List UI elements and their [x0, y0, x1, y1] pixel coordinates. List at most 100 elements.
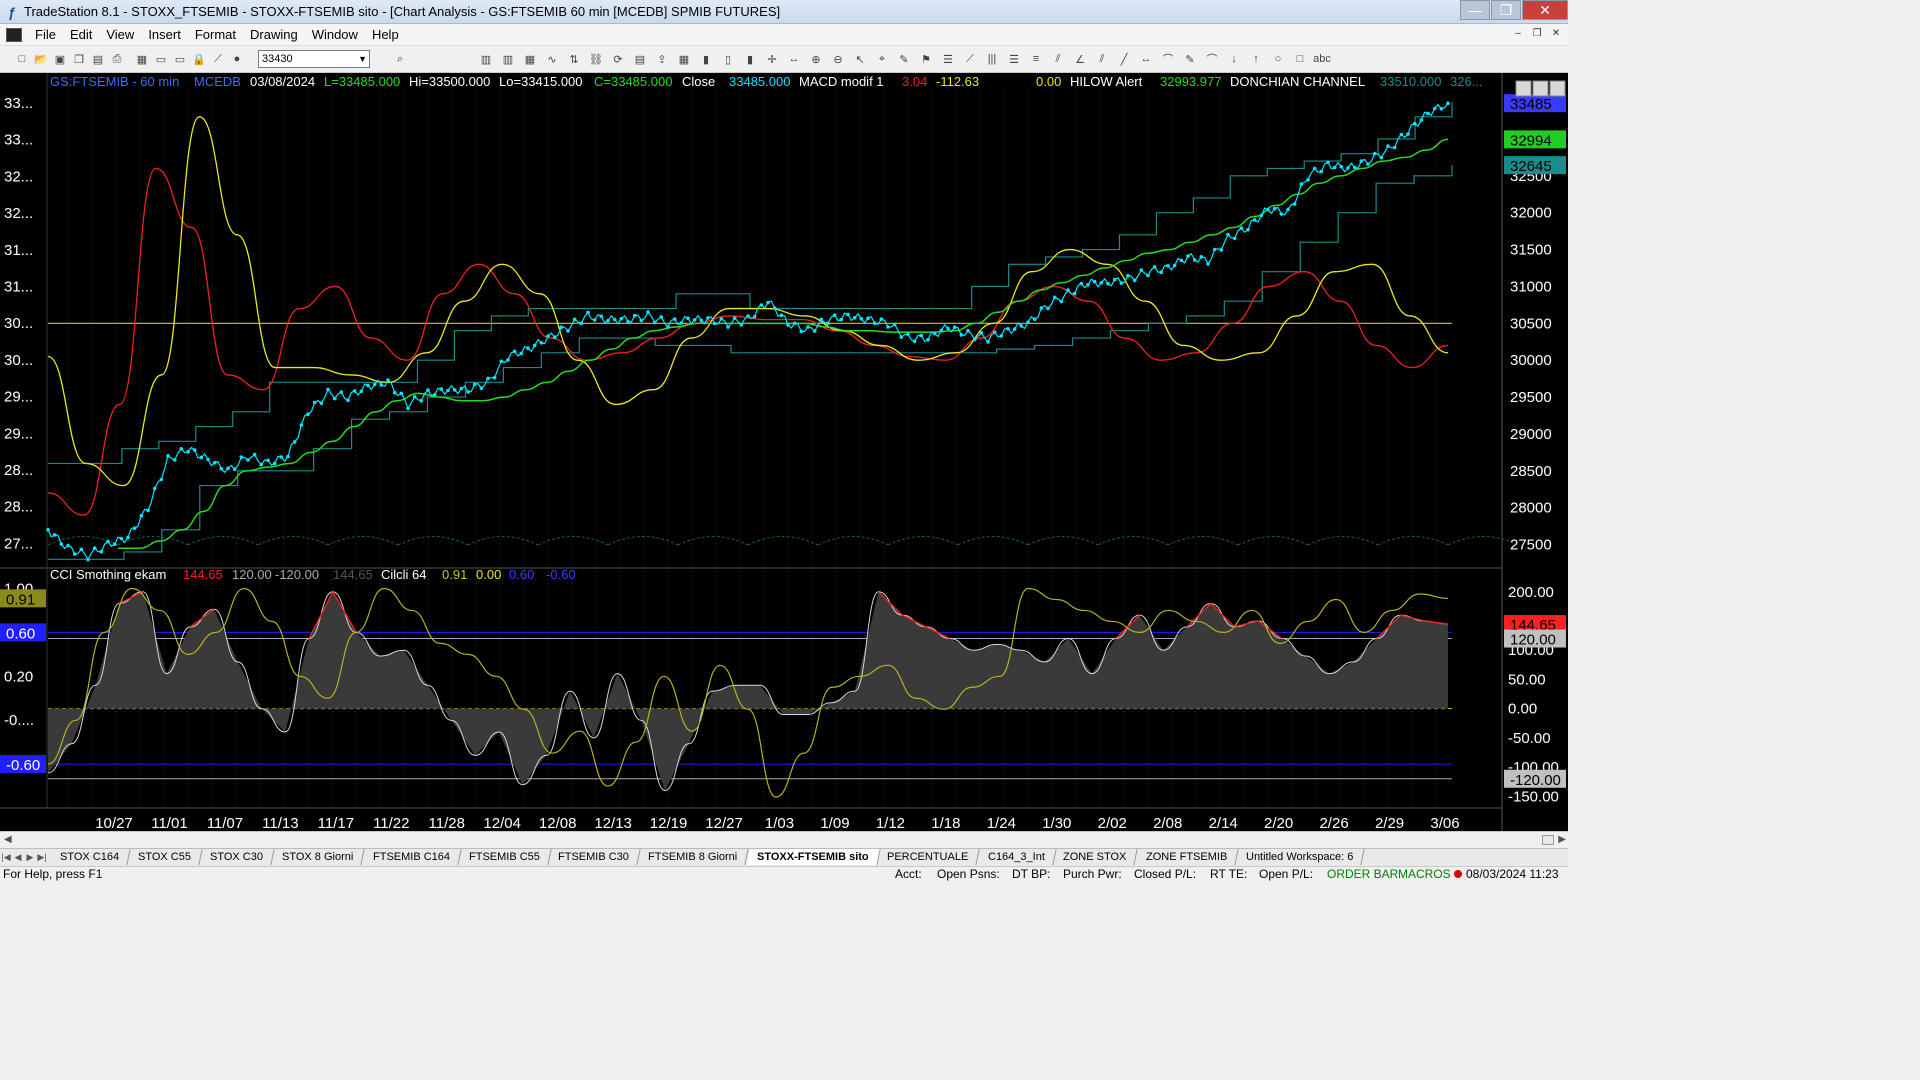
menu-edit[interactable]: Edit: [63, 24, 99, 46]
menu-help[interactable]: Help: [365, 24, 406, 46]
maximize-button[interactable]: ❐: [1491, 0, 1521, 20]
price-bar: [1286, 207, 1290, 212]
curve-icon[interactable]: ⌒: [1204, 51, 1220, 67]
tab-stoxx-ftsemib-sito[interactable]: STOXX-FTSEMIB sito: [745, 849, 880, 865]
tab-percentuale[interactable]: PERCENTUALE: [876, 849, 981, 865]
bar-icon[interactable]: ▮: [698, 51, 714, 67]
arrow-line-icon[interactable]: ↔: [1138, 51, 1154, 67]
pencil-icon[interactable]: ✎: [1182, 51, 1198, 67]
text-icon[interactable]: abc: [1313, 51, 1331, 67]
menu-insert[interactable]: Insert: [141, 24, 188, 46]
layout-icon[interactable]: ▥: [478, 51, 494, 67]
strategy-icon[interactable]: ⇅: [566, 51, 582, 67]
copy-icon[interactable]: ❐: [71, 51, 87, 67]
measure-icon[interactable]: ↔: [786, 51, 802, 67]
ellipse-icon[interactable]: ○: [1270, 51, 1286, 67]
chart-canvas[interactable]: GS:FTSEMIB - 60 min MCEDB 03/08/2024 L=3348…: [0, 73, 1568, 831]
menu-view[interactable]: View: [99, 24, 141, 46]
tab-stox-c55[interactable]: STOX C55: [127, 849, 203, 865]
tab-first-icon[interactable]: |◀: [0, 849, 12, 865]
candle-icon[interactable]: ▯: [720, 51, 736, 67]
tradestation-app-icon[interactable]: ƒ: [4, 4, 20, 20]
tab-ftsemib-c164[interactable]: FTSEMIB C164: [361, 849, 462, 865]
options-icon[interactable]: ☰: [940, 51, 956, 67]
open-icon[interactable]: 📂: [33, 51, 49, 67]
cursor-icon[interactable]: ⌖: [874, 51, 890, 67]
crosshair-icon[interactable]: ✛: [764, 51, 780, 67]
chart-window[interactable]: GS:FTSEMIB - 60 min MCEDB 03/08/2024 L=3348…: [0, 73, 1568, 831]
globe-icon[interactable]: ●: [229, 51, 245, 67]
tab-stox-c164[interactable]: STOX C164: [49, 849, 131, 865]
tab-stox-8-giorni[interactable]: STOX 8 Giorni: [271, 849, 366, 865]
chevron-down-icon[interactable]: ▼: [358, 51, 367, 67]
arc-icon[interactable]: ⌒: [1160, 51, 1176, 67]
tab-prev-icon[interactable]: ◀: [12, 849, 24, 865]
indicator-icon[interactable]: ∿: [544, 51, 560, 67]
lock-icon[interactable]: 🔒: [191, 51, 207, 67]
channel-icon[interactable]: ⫽: [1050, 51, 1066, 67]
horizontal-scrollbar[interactable]: ◀ ▶: [0, 831, 1568, 848]
paste-icon[interactable]: ▤: [90, 51, 106, 67]
new-icon[interactable]: □: [14, 51, 30, 67]
search-icon[interactable]: ⌕: [392, 51, 408, 67]
vertical-lines-icon[interactable]: |||: [984, 51, 1000, 67]
tab-stox-c30[interactable]: STOX C30: [199, 849, 275, 865]
scroll-left-icon[interactable]: ◀: [4, 834, 12, 845]
tab-c164-3-int[interactable]: C164_3_Int: [976, 849, 1057, 865]
macros-button[interactable]: MACROS: [1398, 867, 1451, 882]
tab-ftsemib-8-giorni[interactable]: FTSEMIB 8 Giorni: [637, 849, 750, 865]
chart-icon[interactable]: ⟋: [210, 51, 226, 67]
table-icon[interactable]: ▦: [522, 51, 538, 67]
zoom-out-icon[interactable]: ⊖: [830, 51, 846, 67]
refresh-icon[interactable]: ⟳: [610, 51, 626, 67]
zoom-in-icon[interactable]: ⊕: [808, 51, 824, 67]
menu-format[interactable]: Format: [188, 24, 243, 46]
mdi-close-button[interactable]: ✕: [1548, 27, 1564, 42]
scroll-thumb[interactable]: [1542, 835, 1554, 845]
window-icon[interactable]: ▭: [153, 51, 169, 67]
alert-icon[interactable]: ⚑: [918, 51, 934, 67]
tab-next-icon[interactable]: ▶: [24, 849, 36, 865]
tab-zone-ftsemib[interactable]: ZONE FTSEMIB: [1135, 849, 1239, 865]
document-icon[interactable]: [6, 27, 22, 42]
horizontal-lines-icon[interactable]: ☰: [1006, 51, 1022, 67]
tab-untitled-workspace-6[interactable]: Untitled Workspace: 6: [1235, 849, 1366, 865]
menu-drawing[interactable]: Drawing: [243, 24, 305, 46]
scroll-right-icon[interactable]: ▶: [1558, 834, 1566, 845]
print-preview-icon[interactable]: ▦: [134, 51, 150, 67]
speed-icon[interactable]: ╱: [1116, 51, 1132, 67]
down-arrow-icon[interactable]: ↓: [1226, 51, 1242, 67]
tab-zone-stox[interactable]: ZONE STOX: [1052, 849, 1139, 865]
chart-restore-button[interactable]: [1532, 80, 1549, 97]
volume-icon[interactable]: ▮: [742, 51, 758, 67]
gann-icon[interactable]: ∠: [1072, 51, 1088, 67]
layout2-icon[interactable]: ▥: [500, 51, 516, 67]
symbol-combo[interactable]: 33430 ▼: [258, 50, 370, 68]
tab-ftsemib-c30[interactable]: FTSEMIB C30: [547, 849, 642, 865]
rectangle-icon[interactable]: □: [1292, 51, 1308, 67]
tools-icon[interactable]: ✎: [896, 51, 912, 67]
minimize-button[interactable]: —: [1460, 0, 1490, 20]
parallel-icon[interactable]: ⫽: [1094, 51, 1110, 67]
up-arrow-icon[interactable]: ↑: [1248, 51, 1264, 67]
menu-window[interactable]: Window: [305, 24, 365, 46]
menu-file[interactable]: File: [28, 24, 63, 46]
pointer-icon[interactable]: ↖: [852, 51, 868, 67]
workspace-icon[interactable]: ▤: [632, 51, 648, 67]
link-icon[interactable]: ⛓: [588, 51, 604, 67]
close-button[interactable]: ✕: [1522, 0, 1568, 20]
chart-minimize-button[interactable]: [1515, 80, 1532, 97]
order-bar-button[interactable]: ORDER BAR: [1327, 867, 1398, 882]
export-icon[interactable]: ⇪: [654, 51, 670, 67]
trendline-icon[interactable]: ⟋: [962, 51, 978, 67]
mdi-restore-button[interactable]: ❐: [1529, 27, 1545, 42]
grid-icon[interactable]: ▦: [676, 51, 692, 67]
save-icon[interactable]: ▣: [52, 51, 68, 67]
window2-icon[interactable]: ▭: [172, 51, 188, 67]
tab-last-icon[interactable]: ▶|: [36, 849, 48, 865]
chart-close-button[interactable]: [1549, 80, 1566, 97]
print-icon[interactable]: ⎙: [109, 51, 125, 67]
mdi-minimize-button[interactable]: –: [1510, 27, 1526, 42]
tab-ftsemib-c55[interactable]: FTSEMIB C55: [457, 849, 552, 865]
fib-icon[interactable]: ≡: [1028, 51, 1044, 67]
